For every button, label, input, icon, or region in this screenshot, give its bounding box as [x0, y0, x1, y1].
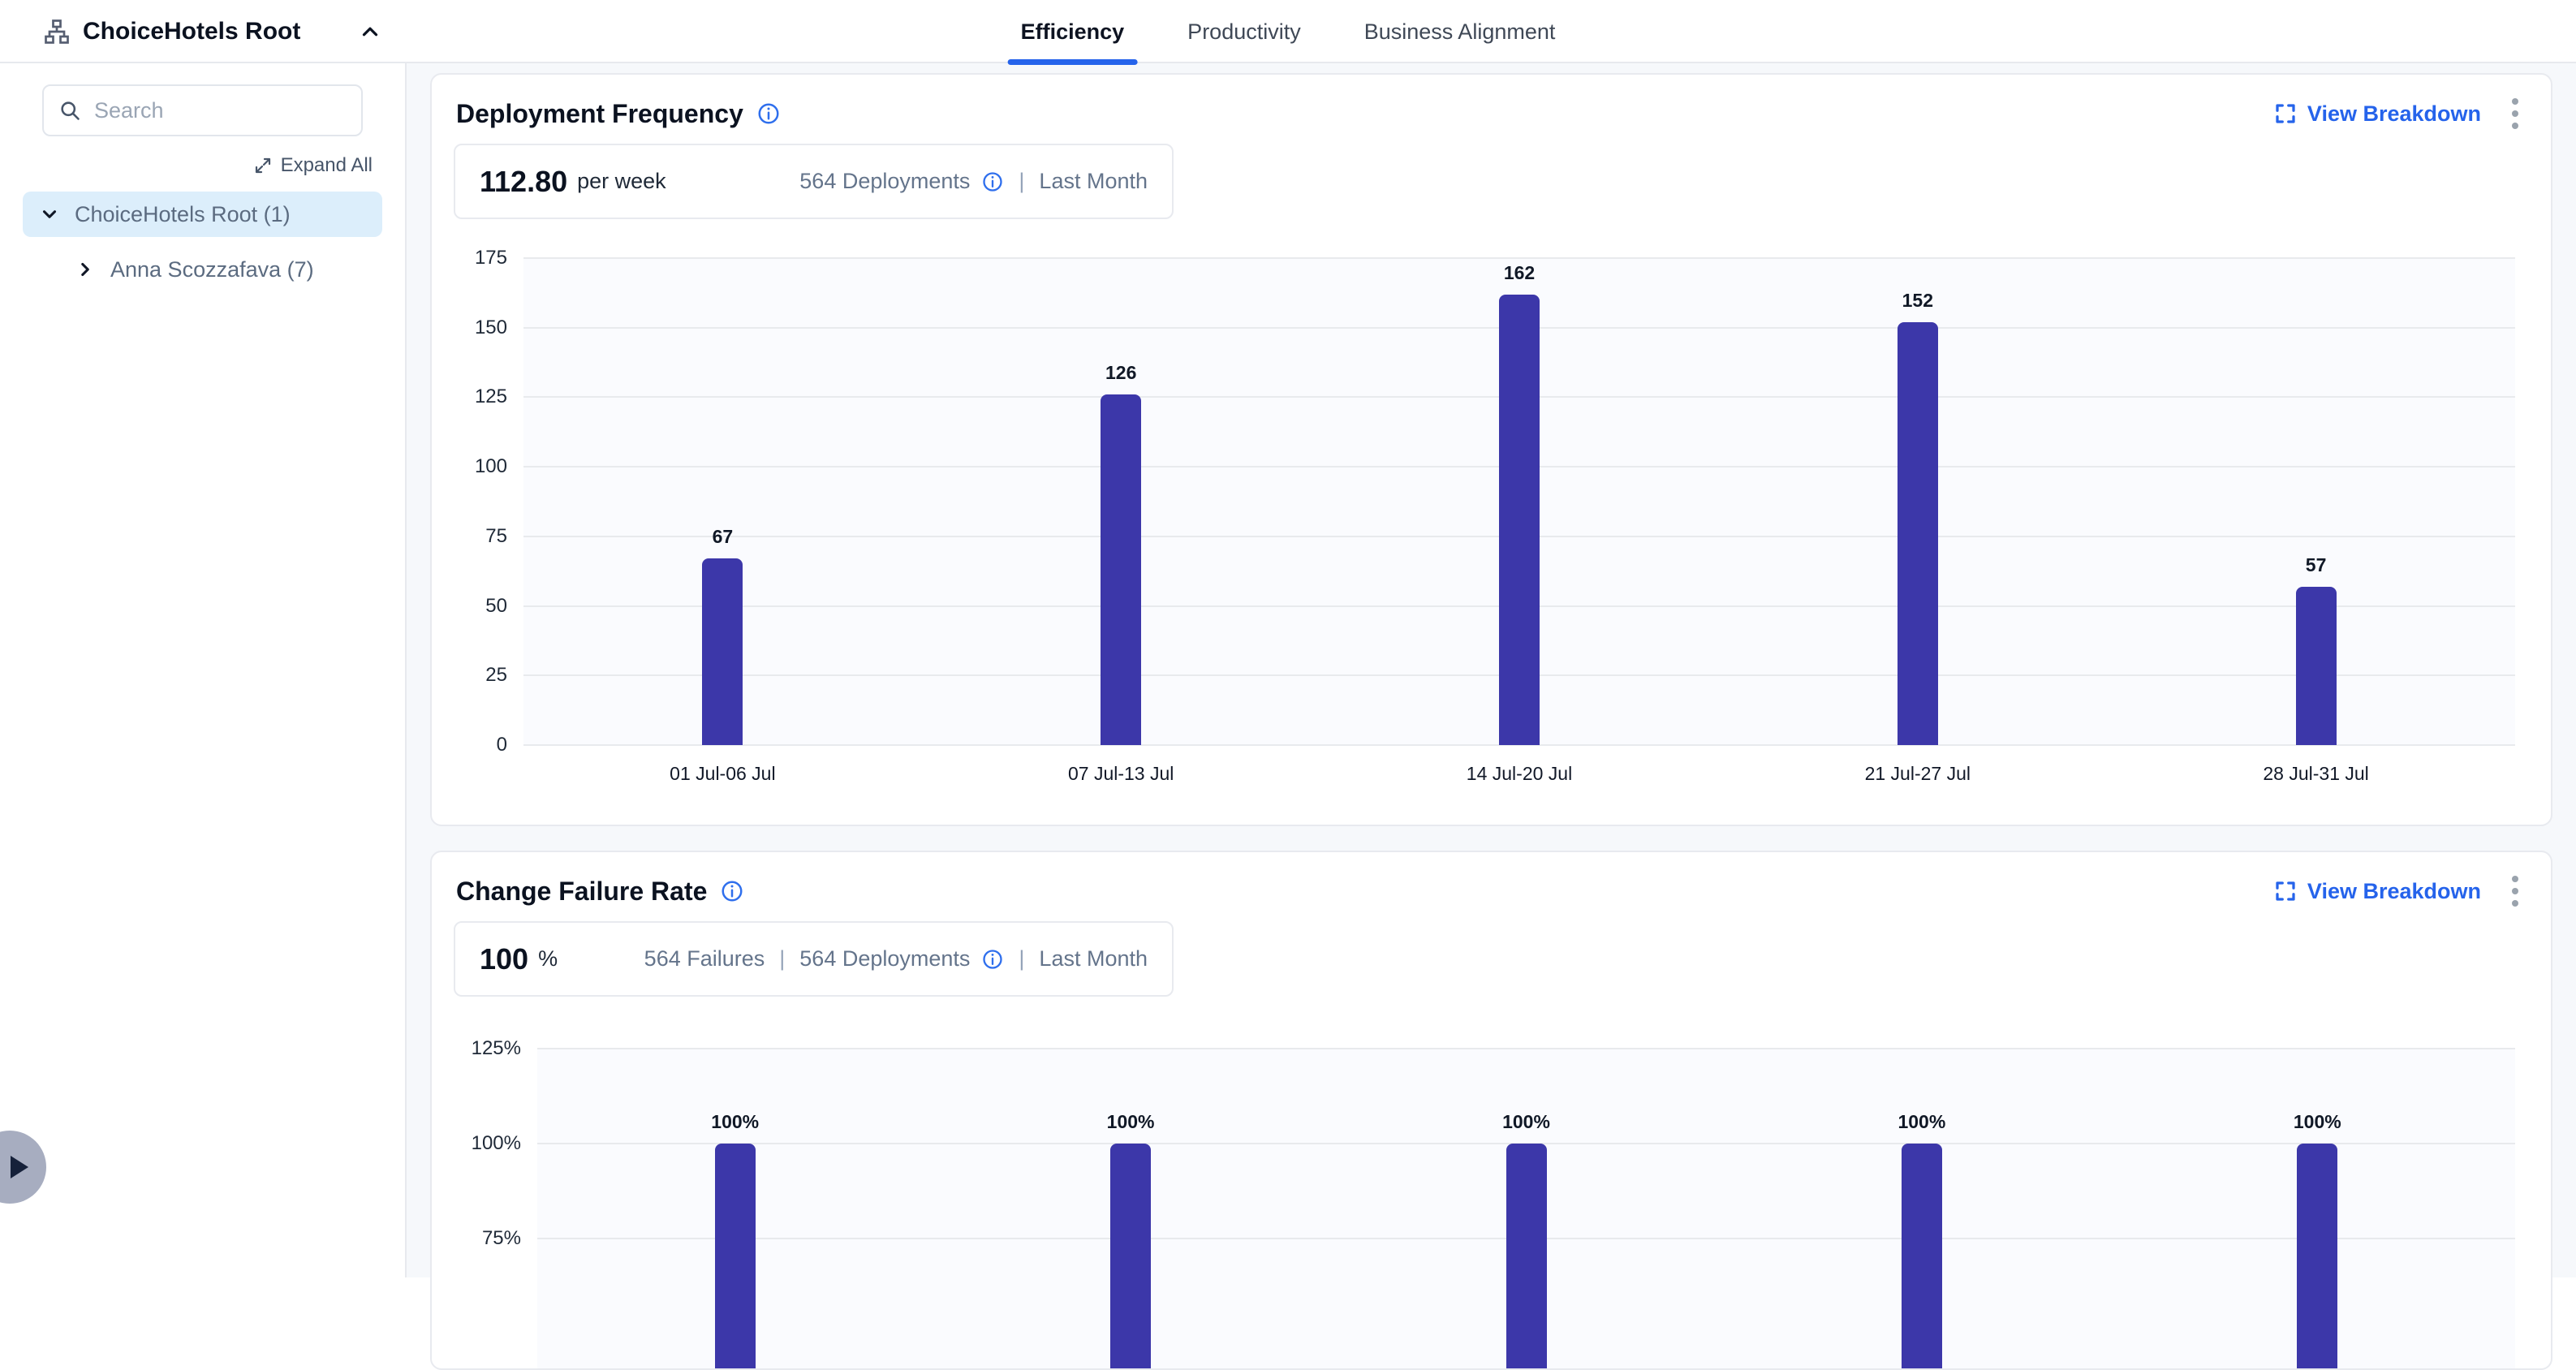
tree-item-choicehotels-root[interactable]: ChoiceHotels Root (1): [23, 192, 382, 237]
tab-efficiency[interactable]: Efficiency: [1008, 0, 1138, 63]
change-failure-rate-chart: 75% 100% 125% 100% 100% 100% 100% 100%: [432, 852, 2551, 1368]
change-failure-rate-card: Change Failure Rate View Breakdown 100 %: [430, 851, 2552, 1370]
search-input[interactable]: [94, 98, 381, 123]
tab-label: Productivity: [1187, 19, 1301, 45]
tab-productivity[interactable]: Productivity: [1174, 0, 1314, 63]
y-axis-tick-label: 0: [430, 734, 507, 756]
bar-value-label: 152: [1902, 290, 1933, 312]
y-axis-tick-label: 25: [430, 664, 507, 687]
tab-label: Business Alignment: [1364, 19, 1556, 45]
tab-business-alignment[interactable]: Business Alignment: [1351, 0, 1569, 63]
chevron-up-icon: [358, 19, 382, 44]
org-tree: ChoiceHotels Root (1) Anna Scozzafava (7…: [23, 192, 382, 292]
gridline: [537, 1048, 2515, 1049]
tree-item-label: Anna Scozzafava (7): [110, 257, 314, 282]
sidebar: Expand All ChoiceHotels Root (1) Anna Sc…: [0, 63, 407, 1277]
expand-all-button[interactable]: Expand All: [23, 154, 373, 177]
gridline: [523, 257, 2515, 259]
y-axis-tick-label: 125%: [430, 1037, 521, 1060]
bar-value-label: 100%: [1898, 1111, 1945, 1133]
y-axis-tick-label: 150: [430, 317, 507, 339]
bar-value-label: 67: [713, 526, 734, 548]
y-axis-tick-label: 125: [430, 386, 507, 408]
deployment-frequency-chart: 0 25 50 75 100 125 150 175 67 01 Jul-06 Jul 126 07 …: [432, 75, 2551, 825]
play-right-icon: [11, 1156, 28, 1178]
bar[interactable]: [2296, 587, 2337, 745]
search-icon: [58, 99, 81, 122]
y-axis-tick-label: 100: [430, 455, 507, 478]
y-axis-tick-label: 50: [430, 595, 507, 618]
bar[interactable]: [1499, 295, 1540, 745]
bar[interactable]: [1898, 322, 1938, 745]
chevron-right-icon[interactable]: [75, 259, 96, 280]
x-axis-label: 14 Jul-20 Jul: [1467, 763, 1572, 785]
tree-item-label: ChoiceHotels Root (1): [75, 202, 291, 227]
x-axis-label: 28 Jul-31 Jul: [2263, 763, 2368, 785]
bar-value-label: 100%: [1107, 1111, 1155, 1133]
search-box[interactable]: [42, 84, 363, 136]
bar[interactable]: [1110, 1144, 1151, 1370]
tree-item-anna-scozzafava[interactable]: Anna Scozzafava (7): [58, 247, 382, 292]
org-hierarchy-icon: [42, 17, 71, 46]
y-axis-tick-label: 100%: [430, 1132, 521, 1155]
bar-value-label: 57: [2306, 554, 2327, 576]
active-tab-indicator: [1008, 59, 1138, 65]
x-axis-label: 01 Jul-06 Jul: [670, 763, 775, 785]
x-axis-label: 21 Jul-27 Jul: [1865, 763, 1971, 785]
collapse-sidebar-button[interactable]: [358, 19, 382, 44]
bar[interactable]: [715, 1144, 756, 1370]
bar[interactable]: [1101, 394, 1141, 745]
bar[interactable]: [1902, 1144, 1942, 1370]
bar[interactable]: [2297, 1144, 2337, 1370]
bar-value-label: 100%: [2294, 1111, 2341, 1133]
top-header: ChoiceHotels Root Efficiency Productivit…: [0, 0, 2576, 63]
bar[interactable]: [702, 558, 743, 745]
y-axis-tick-label: 75%: [430, 1227, 521, 1250]
y-axis-tick-label: 75: [430, 525, 507, 548]
y-axis-tick-label: 175: [430, 247, 507, 269]
x-axis-label: 07 Jul-13 Jul: [1068, 763, 1174, 785]
bar[interactable]: [1506, 1144, 1547, 1370]
bar-value-label: 100%: [1502, 1111, 1550, 1133]
sidebar-header: ChoiceHotels Root: [0, 0, 407, 63]
tab-label: Efficiency: [1021, 19, 1125, 45]
workspace-title: ChoiceHotels Root: [83, 18, 347, 45]
deployment-frequency-card: Deployment Frequency View Breakdown 112.…: [430, 73, 2552, 826]
main-tabs: Efficiency Productivity Business Alignme…: [1008, 0, 1569, 63]
expand-diagonal-icon: [253, 156, 273, 175]
bar-value-label: 162: [1504, 262, 1535, 284]
expand-all-label: Expand All: [281, 154, 373, 177]
bar-value-label: 100%: [711, 1111, 759, 1133]
chevron-down-icon[interactable]: [39, 204, 60, 225]
main-content: Deployment Frequency View Breakdown 112.…: [407, 63, 2576, 1277]
bar-value-label: 126: [1105, 362, 1136, 384]
